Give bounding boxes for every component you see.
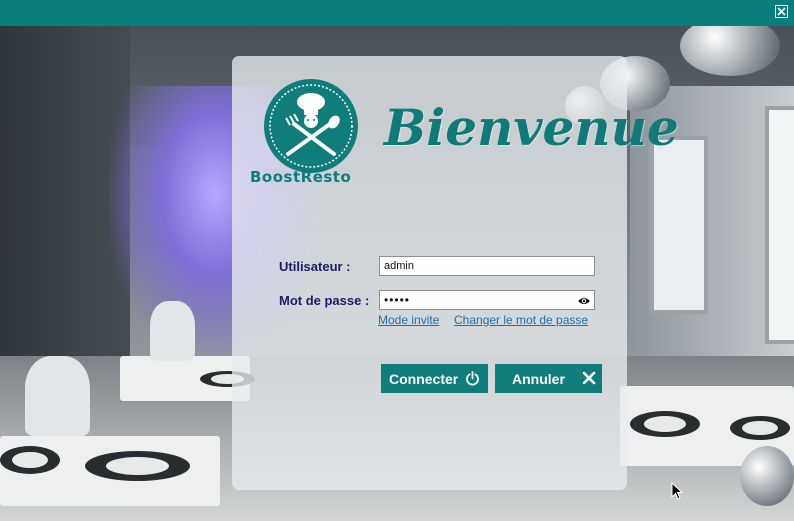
logo-text: BoostResto (250, 168, 352, 186)
guest-mode-link[interactable]: Mode invite (378, 313, 439, 327)
x-icon (582, 371, 596, 385)
password-label: Mot de passe : (279, 293, 370, 308)
power-icon (466, 371, 479, 386)
mouse-cursor-icon (671, 482, 683, 500)
welcome-title: Bienvenue (384, 98, 679, 157)
close-button[interactable] (775, 5, 788, 18)
title-bar (0, 0, 794, 26)
cancel-button[interactable]: Annuler (495, 364, 602, 393)
close-icon (777, 7, 786, 16)
username-label: Utilisateur : (279, 259, 351, 274)
username-input[interactable] (379, 256, 595, 276)
cancel-button-label: Annuler (512, 370, 565, 387)
change-password-link[interactable]: Changer le mot de passe (454, 313, 588, 327)
password-input[interactable]: ••••• (379, 290, 595, 310)
connect-button-label: Connecter (389, 370, 459, 387)
connect-button[interactable]: Connecter (381, 364, 488, 393)
eye-icon[interactable] (577, 295, 591, 307)
